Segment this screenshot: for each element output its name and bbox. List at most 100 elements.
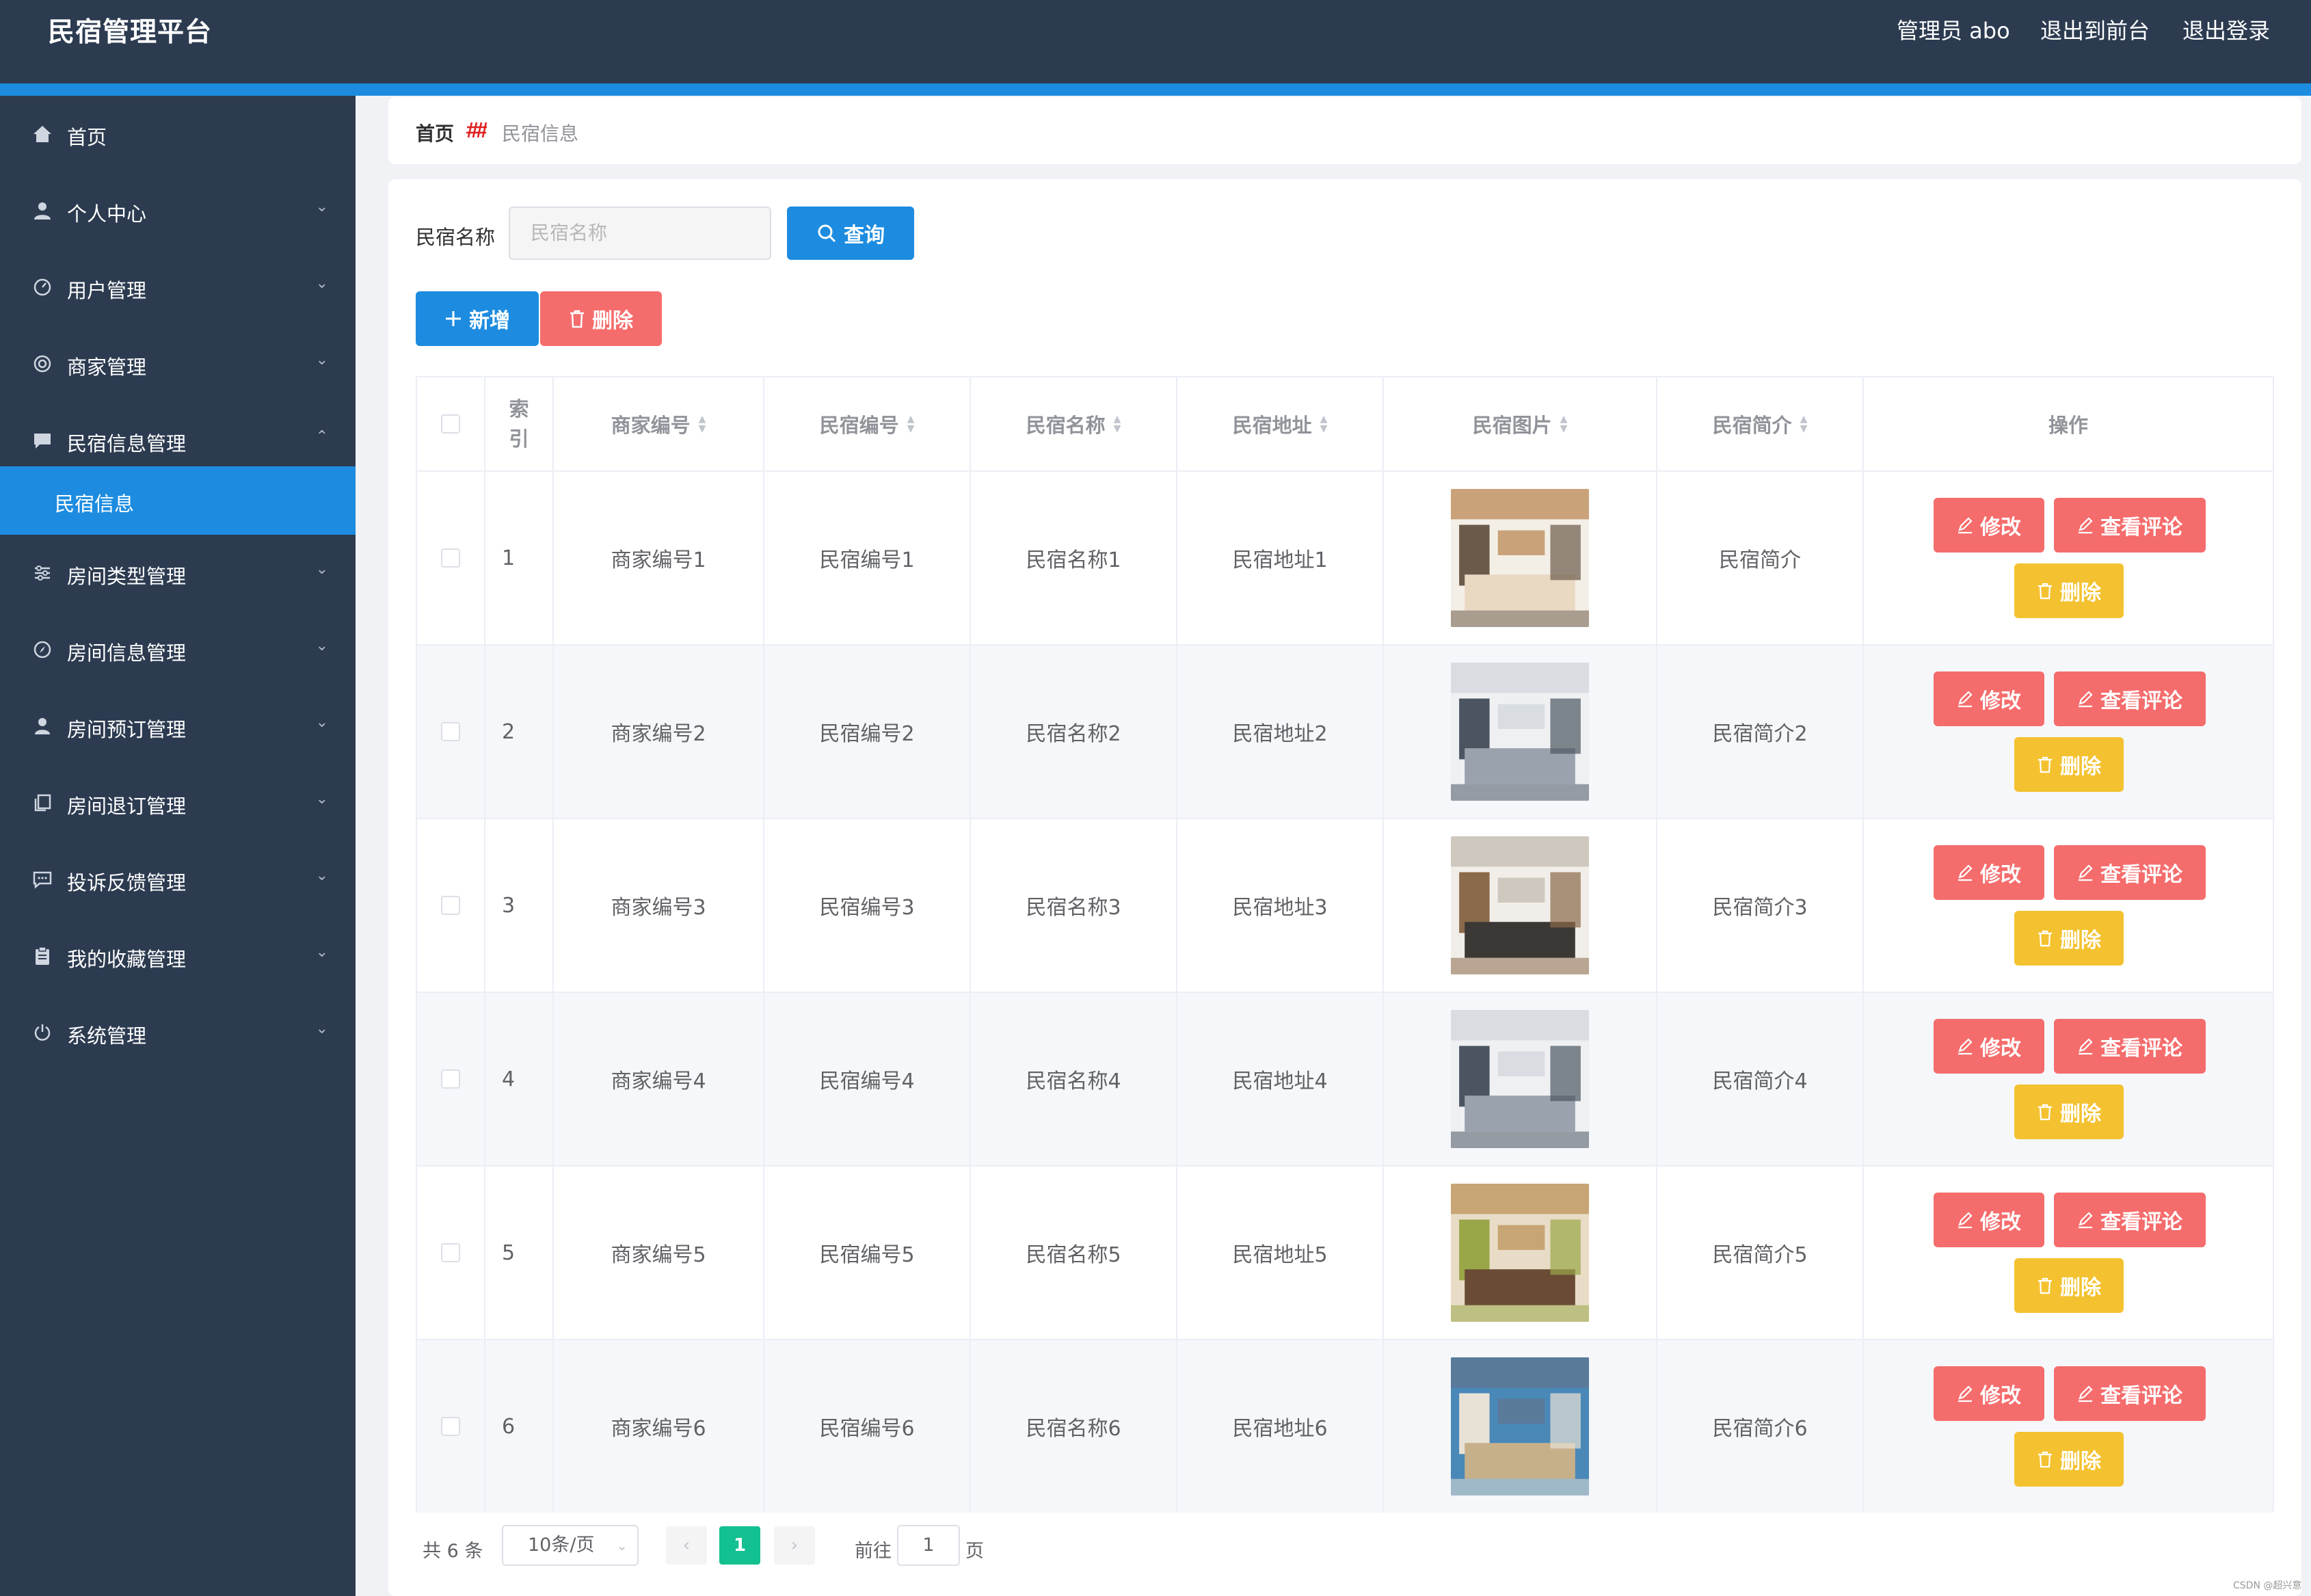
- homestay-intro-cell: 民宿简介6: [1657, 1340, 1864, 1513]
- homestay-code-cell: 民宿编号2: [764, 646, 971, 818]
- watermark: CSDN @超兴意: [2233, 1580, 2302, 1591]
- admin-user-label[interactable]: 管理员 abo: [1897, 14, 2010, 45]
- homestay-intro-cell: 民宿简介5: [1657, 1167, 1864, 1339]
- edit-button[interactable]: 修改: [1934, 671, 2044, 726]
- search-input[interactable]: 民宿名称: [509, 207, 771, 260]
- gauge-icon: [31, 276, 53, 298]
- view-comments-button-label: 查看评论: [2100, 1037, 2182, 1061]
- checkbox[interactable]: [441, 414, 460, 434]
- row-checkbox[interactable]: [441, 896, 460, 915]
- row-checkbox[interactable]: [441, 1243, 460, 1262]
- next-page-button[interactable]: ›: [774, 1526, 815, 1565]
- sidebar-subitem-homestay-info[interactable]: 民宿信息: [0, 466, 356, 535]
- header-homestay-image[interactable]: 民宿图片 ▲ ▼: [1384, 377, 1657, 470]
- page-size-select[interactable]: 10条/页 ⌄: [502, 1525, 639, 1566]
- view-comments-button-label: 查看评论: [2100, 1384, 2182, 1408]
- sidebar-item-complaints[interactable]: 投诉反馈管理 ⌄: [0, 841, 356, 918]
- chevron-down-icon: ⌄: [315, 790, 328, 808]
- sort-icon[interactable]: ▲ ▼: [1800, 414, 1808, 434]
- sidebar-item-room-cancel[interactable]: 房间退订管理 ⌄: [0, 764, 356, 841]
- row-delete-button[interactable]: 删除: [2014, 737, 2124, 792]
- breadcrumb-home[interactable]: 首页: [416, 119, 454, 146]
- sort-icon[interactable]: ▲ ▼: [1320, 414, 1328, 434]
- sidebar-item-favorites[interactable]: 我的收藏管理 ⌄: [0, 918, 356, 994]
- edit-button-label: 修改: [1980, 1384, 2021, 1408]
- edit-icon: [2079, 517, 2093, 534]
- index-cell: 2: [485, 646, 554, 818]
- goto-page-input[interactable]: 1: [897, 1525, 960, 1566]
- homestay-thumbnail[interactable]: [1451, 489, 1589, 627]
- edit-button[interactable]: 修改: [1934, 1019, 2044, 1074]
- sidebar-item-room-type[interactable]: 房间类型管理 ⌄: [0, 535, 356, 611]
- view-comments-button[interactable]: 查看评论: [2054, 498, 2206, 553]
- edit-button[interactable]: 修改: [1934, 845, 2044, 900]
- edit-button[interactable]: 修改: [1934, 1193, 2044, 1247]
- prev-page-button[interactable]: ‹: [666, 1526, 707, 1565]
- sidebar-item-merchant-management[interactable]: 商家管理 ⌄: [0, 325, 356, 402]
- exit-to-front-link[interactable]: 退出到前台: [2040, 14, 2150, 45]
- sidebar-item-label: 房间预订管理: [67, 718, 187, 741]
- header-merchant-code[interactable]: 商家编号 ▲ ▼: [554, 377, 764, 470]
- view-comments-button[interactable]: 查看评论: [2054, 1193, 2206, 1247]
- header-homestay-name[interactable]: 民宿名称 ▲ ▼: [971, 377, 1177, 470]
- header-homestay-address[interactable]: 民宿地址 ▲ ▼: [1177, 377, 1384, 470]
- copy-icon: [31, 792, 53, 814]
- sidebar-item-system[interactable]: 系统管理 ⌄: [0, 994, 356, 1071]
- home-icon: [31, 123, 53, 145]
- sidebar-item-personal-center[interactable]: 个人中心 ⌄: [0, 172, 356, 249]
- page-number-1[interactable]: 1: [719, 1526, 760, 1565]
- merchant-code-cell: 商家编号6: [554, 1340, 764, 1513]
- row-delete-button[interactable]: 删除: [2014, 563, 2124, 618]
- row-checkbox[interactable]: [441, 548, 460, 568]
- add-button-label: 新增: [469, 309, 510, 333]
- header-actions: 操作: [2048, 414, 2088, 437]
- row-delete-button[interactable]: 删除: [2014, 1258, 2124, 1313]
- homestay-thumbnail[interactable]: [1451, 1010, 1589, 1148]
- row-checkbox[interactable]: [441, 1069, 460, 1089]
- header-select-all[interactable]: [417, 377, 485, 470]
- row-delete-button[interactable]: 删除: [2014, 1085, 2124, 1139]
- sidebar-item-home[interactable]: 首页: [0, 96, 356, 172]
- row-checkbox[interactable]: [441, 1417, 460, 1436]
- edit-button[interactable]: 修改: [1934, 1366, 2044, 1421]
- sidebar-item-label: 个人中心: [67, 202, 147, 226]
- sidebar-item-room-info[interactable]: 房间信息管理 ⌄: [0, 611, 356, 688]
- add-button[interactable]: 新增: [416, 291, 539, 346]
- sort-icon[interactable]: ▲ ▼: [907, 414, 915, 434]
- actions-cell: 修改 查看评论删除: [1864, 646, 2273, 818]
- sidebar-item-user-management[interactable]: 用户管理 ⌄: [0, 249, 356, 325]
- row-delete-button[interactable]: 删除: [2014, 1432, 2124, 1487]
- sort-icon[interactable]: ▲ ▼: [1114, 414, 1121, 434]
- row-select-cell: [417, 819, 485, 992]
- pagination-total: 共 6 条: [423, 1541, 483, 1562]
- query-button[interactable]: 查询: [787, 207, 914, 260]
- sort-icon[interactable]: ▲ ▼: [699, 414, 706, 434]
- homestay-thumbnail[interactable]: [1451, 1357, 1589, 1495]
- sidebar: 首页 个人中心 ⌄ 用户管理 ⌄ 商家管理 ⌄ 民宿信息管理 ⌃ 房间类型管理 …: [0, 96, 356, 1596]
- view-comments-button[interactable]: 查看评论: [2054, 1366, 2206, 1421]
- row-delete-button[interactable]: 删除: [2014, 911, 2124, 966]
- row-checkbox[interactable]: [441, 722, 460, 741]
- homestay-thumbnail[interactable]: [1451, 1184, 1589, 1322]
- page-size-value: 10条/页: [528, 1534, 595, 1556]
- homestay-thumbnail[interactable]: [1451, 836, 1589, 974]
- homestay-image-cell: [1384, 1167, 1657, 1339]
- trash-icon: [2038, 1104, 2052, 1121]
- edit-icon: [1958, 864, 1973, 881]
- header-homestay-code[interactable]: 民宿编号 ▲ ▼: [764, 377, 971, 470]
- view-comments-button[interactable]: 查看评论: [2054, 845, 2206, 900]
- batch-delete-button[interactable]: 删除: [540, 291, 662, 346]
- row-select-cell: [417, 1167, 485, 1339]
- logout-link[interactable]: 退出登录: [2182, 14, 2270, 45]
- sidebar-item-label: 首页: [67, 126, 107, 149]
- sort-icon[interactable]: ▲ ▼: [1560, 414, 1568, 434]
- chevron-down-icon: ⌄: [315, 351, 328, 369]
- homestay-thumbnail[interactable]: [1451, 663, 1589, 801]
- view-comments-button[interactable]: 查看评论: [2054, 671, 2206, 726]
- header-homestay-intro[interactable]: 民宿简介 ▲ ▼: [1657, 377, 1864, 470]
- sidebar-item-room-booking[interactable]: 房间预订管理 ⌄: [0, 688, 356, 764]
- view-comments-button[interactable]: 查看评论: [2054, 1019, 2206, 1074]
- edit-button[interactable]: 修改: [1934, 498, 2044, 553]
- homestay-name-cell: 民宿名称5: [971, 1167, 1177, 1339]
- breadcrumb-separator: [466, 120, 488, 145]
